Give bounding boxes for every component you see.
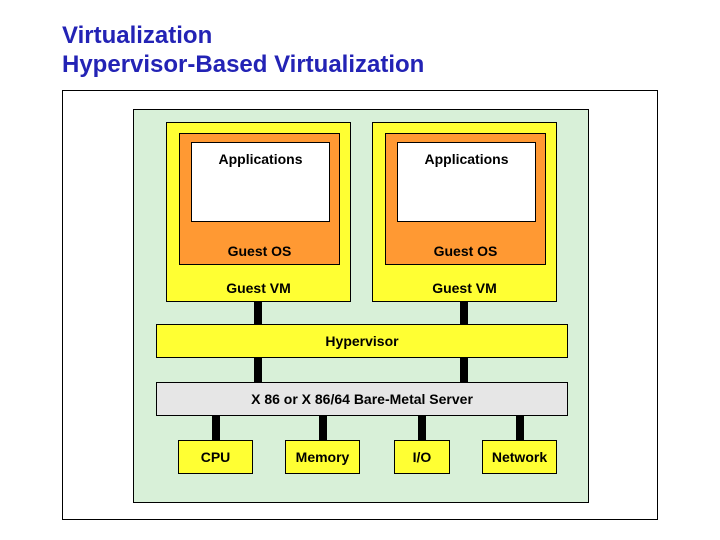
connector — [460, 358, 468, 382]
guest-os-label: Guest OS — [386, 243, 545, 259]
applications-box-left: Applications — [191, 142, 330, 222]
title-line-2: Hypervisor-Based Virtualization — [62, 51, 424, 78]
connector — [418, 416, 426, 440]
guest-os-box-left: Applications Guest OS — [179, 133, 340, 265]
memory-box: Memory — [285, 440, 360, 474]
bare-metal-server-box: X 86 or X 86/64 Bare-Metal Server — [156, 382, 568, 416]
memory-label: Memory — [296, 449, 350, 465]
connector — [319, 416, 327, 440]
connector — [254, 358, 262, 382]
applications-box-right: Applications — [397, 142, 536, 222]
guest-vm-box-right: Applications Guest OS Guest VM — [372, 122, 557, 302]
slide-title: Virtualization Hypervisor-Based Virtuali… — [62, 22, 720, 80]
hypervisor-box: Hypervisor — [156, 324, 568, 358]
connector — [254, 302, 262, 324]
diagram-background: Applications Guest OS Guest VM Applicati… — [133, 109, 589, 503]
server-label: X 86 or X 86/64 Bare-Metal Server — [251, 391, 473, 407]
connector — [212, 416, 220, 440]
guest-os-box-right: Applications Guest OS — [385, 133, 546, 265]
guest-vm-label: Guest VM — [373, 280, 556, 296]
network-box: Network — [482, 440, 557, 474]
guest-vm-box-left: Applications Guest OS Guest VM — [166, 122, 351, 302]
cpu-label: CPU — [201, 449, 231, 465]
connector — [516, 416, 524, 440]
title-line-1: Virtualization — [62, 22, 212, 49]
network-label: Network — [492, 449, 547, 465]
cpu-box: CPU — [178, 440, 253, 474]
io-label: I/O — [413, 449, 432, 465]
io-box: I/O — [394, 440, 450, 474]
guest-vm-label: Guest VM — [167, 280, 350, 296]
connector — [460, 302, 468, 324]
diagram-frame: Applications Guest OS Guest VM Applicati… — [62, 90, 658, 520]
hypervisor-label: Hypervisor — [325, 333, 398, 349]
applications-label: Applications — [424, 151, 508, 167]
guest-os-label: Guest OS — [180, 243, 339, 259]
applications-label: Applications — [218, 151, 302, 167]
